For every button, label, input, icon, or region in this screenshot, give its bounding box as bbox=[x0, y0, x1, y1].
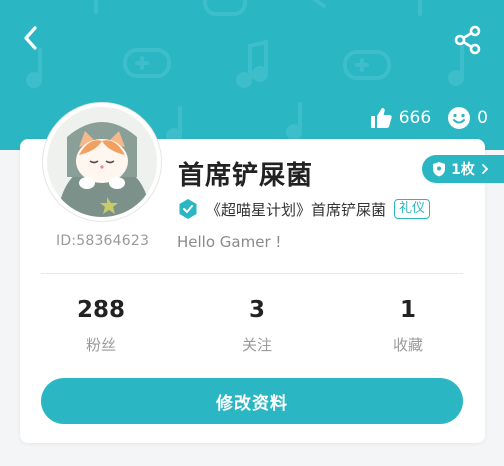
verification-title: 《超喵星计划》首席铲屎菌 bbox=[206, 200, 387, 219]
share-button[interactable] bbox=[450, 22, 486, 58]
header-stats: 666 0 bbox=[369, 106, 488, 130]
back-button[interactable] bbox=[14, 20, 50, 56]
smiles-count: 0 bbox=[477, 108, 488, 128]
favorites-value: 1 bbox=[399, 297, 416, 323]
following-value: 3 bbox=[248, 297, 265, 323]
smiley-icon bbox=[448, 107, 471, 129]
profile-page: 666 0 ID:58364623 首席铲屎菌 1枚 《超喵星计划》首席铲屎菌 … bbox=[0, 0, 504, 466]
favorites-count[interactable]: 1 收藏 bbox=[353, 294, 463, 355]
cat-avatar-image bbox=[47, 107, 157, 217]
avatar[interactable] bbox=[43, 103, 161, 221]
following-label: 关注 bbox=[241, 336, 272, 354]
divider bbox=[41, 273, 463, 274]
favorites-label: 收藏 bbox=[392, 336, 423, 354]
followers-value: 288 bbox=[76, 297, 125, 323]
chevron-left-icon bbox=[24, 26, 37, 50]
bio: Hello Gamer ! bbox=[177, 233, 282, 251]
verified-icon bbox=[179, 199, 197, 219]
likes-stat[interactable]: 666 bbox=[369, 106, 431, 130]
smiles-stat[interactable]: 0 bbox=[447, 106, 488, 130]
nickname: 首席铲屎菌 bbox=[178, 161, 314, 191]
user-id: ID:58364623 bbox=[56, 233, 150, 249]
share-icon bbox=[454, 25, 481, 55]
followers-label: 粉丝 bbox=[85, 336, 116, 354]
chevron-right-icon bbox=[481, 164, 489, 174]
followers-count[interactable]: 288 粉丝 bbox=[46, 294, 156, 355]
thumbs-up-icon bbox=[370, 108, 392, 128]
likes-count: 666 bbox=[398, 108, 432, 128]
counts-row: 288 粉丝 3 关注 1 收藏 bbox=[20, 294, 485, 360]
verification-row: 《超喵星计划》首席铲屎菌 礼仪 bbox=[178, 198, 431, 220]
badge-count-label: 1枚 bbox=[451, 162, 475, 178]
shield-badge-icon bbox=[433, 162, 445, 177]
following-count[interactable]: 3 关注 bbox=[202, 294, 312, 355]
badge-count-button[interactable]: 1枚 bbox=[422, 155, 504, 183]
edit-profile-button[interactable]: 修改资料 bbox=[41, 378, 463, 424]
etiquette-tag[interactable]: 礼仪 bbox=[394, 199, 431, 219]
